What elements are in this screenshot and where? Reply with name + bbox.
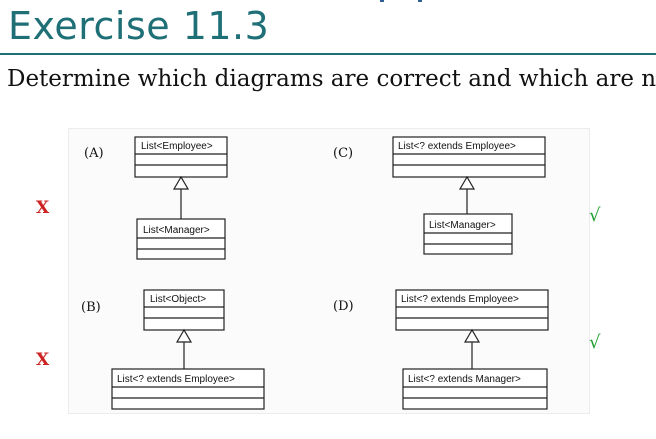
super-class-name: List<? extends Employee>: [401, 294, 519, 305]
super-class-name: List<Object>: [150, 294, 206, 305]
sub-class-name: List<Manager>: [429, 220, 496, 231]
sub-class-name: List<? extends Manager>: [408, 374, 521, 385]
diagram-a: List<Employee> List<Manager>: [134, 136, 228, 260]
uml-diagrams: List<Employee> List<Manager> List<Object…: [111, 136, 549, 410]
diagram-b: List<Object> List<? extends Employee>: [111, 289, 265, 410]
diagram-c: List<? extends Employee> List<Manager>: [392, 136, 546, 255]
inheritance-arrowhead: [175, 328, 193, 343]
diagram-d: List<? extends Employee> List<? extends …: [395, 289, 549, 410]
sub-class-name: List<Manager>: [143, 225, 210, 236]
super-class-name: List<Employee>: [141, 141, 213, 152]
super-class-name: List<? extends Employee>: [398, 141, 516, 152]
inheritance-arrowhead: [172, 175, 190, 190]
inheritance-arrowhead: [458, 175, 476, 190]
inheritance-arrowhead: [463, 328, 481, 343]
sub-class-name: List<? extends Employee>: [117, 374, 235, 385]
